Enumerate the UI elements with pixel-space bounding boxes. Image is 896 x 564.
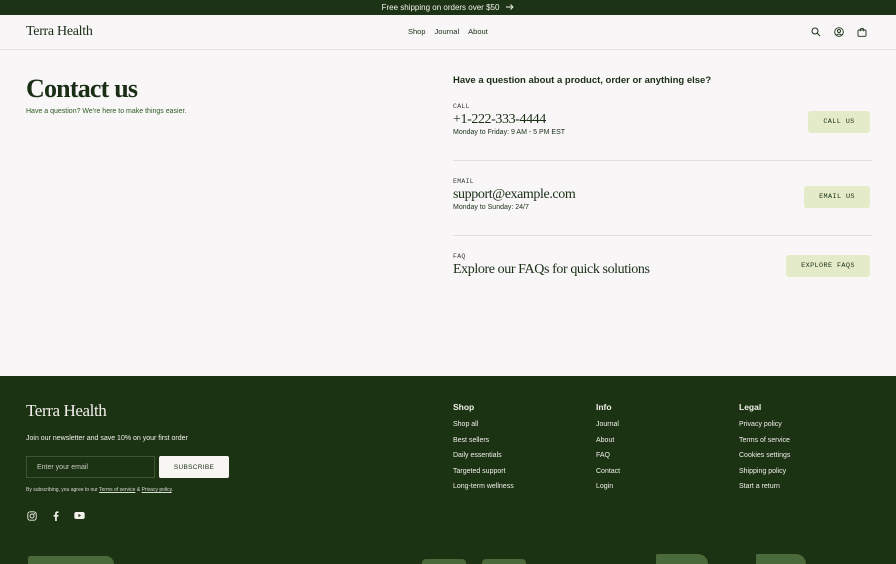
footer-link[interactable]: Daily essentials <box>453 452 514 468</box>
decorative-wordmark-shape <box>656 554 708 564</box>
footer-link[interactable]: Journal <box>596 421 620 437</box>
footer-col-legal: Legal Privacy policy Terms of service Co… <box>739 402 790 499</box>
announcement-bar[interactable]: Free shipping on orders over $50 <box>0 0 896 15</box>
contact-question: Have a question about a product, order o… <box>453 75 712 86</box>
email-label: EMAIL <box>453 178 475 185</box>
legal-amp: & <box>136 487 141 493</box>
footer-heading-legal: Legal <box>739 402 762 412</box>
divider <box>453 235 872 236</box>
footer-link[interactable]: Long-term wellness <box>453 483 514 499</box>
decorative-wordmark-shape <box>28 556 114 564</box>
footer-link[interactable]: Shipping policy <box>739 468 790 484</box>
footer-link[interactable]: Best sellers <box>453 437 514 453</box>
page-subtitle: Have a question? We're here to make thin… <box>26 108 187 115</box>
contact-faq-row: FAQ Explore our FAQs for quick solutions… <box>453 253 870 283</box>
footer-link[interactable]: Targeted support <box>453 468 514 484</box>
footer-link[interactable]: Privacy policy <box>739 421 790 437</box>
search-icon[interactable] <box>810 26 821 37</box>
decorative-wordmark-shape <box>482 559 526 564</box>
newsletter-text: Join our newsletter and save 10% on your… <box>26 435 188 442</box>
decorative-wordmark-shape <box>756 554 806 564</box>
footer-link[interactable]: FAQ <box>596 452 620 468</box>
header-icons <box>810 26 867 37</box>
legal-prefix: By subscribing, you agree to our <box>26 487 98 493</box>
nav-about[interactable]: About <box>468 27 488 36</box>
instagram-icon[interactable] <box>26 510 37 521</box>
footer-link[interactable]: Shop all <box>453 421 514 437</box>
footer-link[interactable]: Terms of service <box>739 437 790 453</box>
newsletter-email-input[interactable]: Enter your email <box>26 456 155 478</box>
explore-faqs-button[interactable]: EXPLORE FAQS <box>786 255 870 277</box>
social-links <box>26 510 85 521</box>
privacy-link[interactable]: Privacy policy <box>142 487 172 493</box>
site-header: Terra Health Shop Journal About <box>0 15 896 50</box>
call-us-button[interactable]: CALL US <box>808 111 870 133</box>
footer-brand-logo[interactable]: Terra Health <box>26 401 107 421</box>
footer-heading-shop: Shop <box>453 402 475 412</box>
site-footer: Terra Health Join our newsletter and sav… <box>0 376 896 564</box>
contact-call-row: CALL +1-222-333-4444 Monday to Friday: 9… <box>453 103 870 149</box>
call-label: CALL <box>453 103 470 110</box>
email-us-button[interactable]: EMAIL US <box>804 186 870 208</box>
cart-icon[interactable] <box>856 26 867 37</box>
main-nav: Shop Journal About <box>408 27 488 36</box>
footer-link[interactable]: Contact <box>596 468 620 484</box>
footer-heading-info: Info <box>596 402 612 412</box>
footer-link[interactable]: About <box>596 437 620 453</box>
legal-suffix: . <box>171 487 174 493</box>
contact-email-row: EMAIL support@example.com Monday to Sund… <box>453 178 870 224</box>
newsletter-legal-note: By subscribing, you agree to our Terms o… <box>26 487 173 493</box>
footer-col-shop: Shop Shop all Best sellers Daily essenti… <box>453 402 514 499</box>
terms-link[interactable]: Terms of service <box>99 487 135 493</box>
footer-link[interactable]: Login <box>596 483 620 499</box>
nav-journal[interactable]: Journal <box>435 27 460 36</box>
divider <box>453 160 872 161</box>
footer-col-info: Info Journal About FAQ Contact Login <box>596 402 620 499</box>
page-title: Contact us <box>26 74 138 103</box>
announcement-text: Free shipping on orders over $50 <box>381 3 500 12</box>
facebook-icon[interactable] <box>50 510 61 521</box>
brand-logo[interactable]: Terra Health <box>26 24 93 40</box>
decorative-wordmark-shape <box>422 559 466 564</box>
footer-link[interactable]: Start a return <box>739 483 790 499</box>
footer-link[interactable]: Cookies settings <box>739 452 790 468</box>
youtube-icon[interactable] <box>74 510 85 521</box>
nav-shop[interactable]: Shop <box>408 27 426 36</box>
account-icon[interactable] <box>833 26 844 37</box>
arrow-right-icon <box>506 3 515 12</box>
subscribe-button[interactable]: SUBSCRIBE <box>159 456 229 478</box>
